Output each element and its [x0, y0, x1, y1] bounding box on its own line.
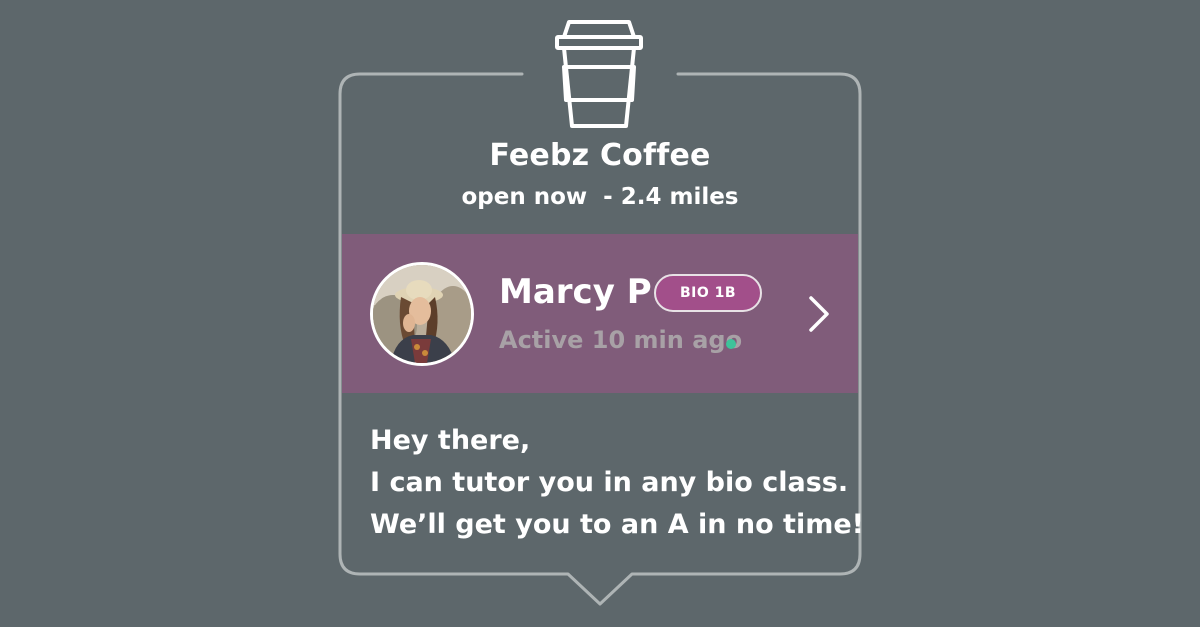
place-status: open now - 2.4 miles [461, 184, 739, 210]
coffee-cup-icon [555, 20, 643, 128]
tutor-profile-row[interactable]: Marcy P BIO 1B Active 10 min ago [342, 234, 858, 393]
chevron-right-icon[interactable] [806, 294, 832, 334]
message-line: We’ll get you to an A in no time! [370, 509, 864, 540]
place-name: Feebz Coffee [489, 138, 711, 173]
course-badge: BIO 1B [654, 274, 762, 312]
message-line: I can tutor you in any bio class. [370, 467, 849, 498]
message-line: Hey there, [370, 425, 531, 456]
online-indicator [726, 339, 736, 349]
tutor-message: Hey there, I can tutor you in any bio cl… [370, 420, 864, 546]
user-name: Marcy P [499, 272, 652, 312]
activity-status: Active 10 min ago [499, 326, 743, 354]
avatar[interactable] [370, 262, 474, 366]
user-avatar-photo [373, 265, 471, 363]
